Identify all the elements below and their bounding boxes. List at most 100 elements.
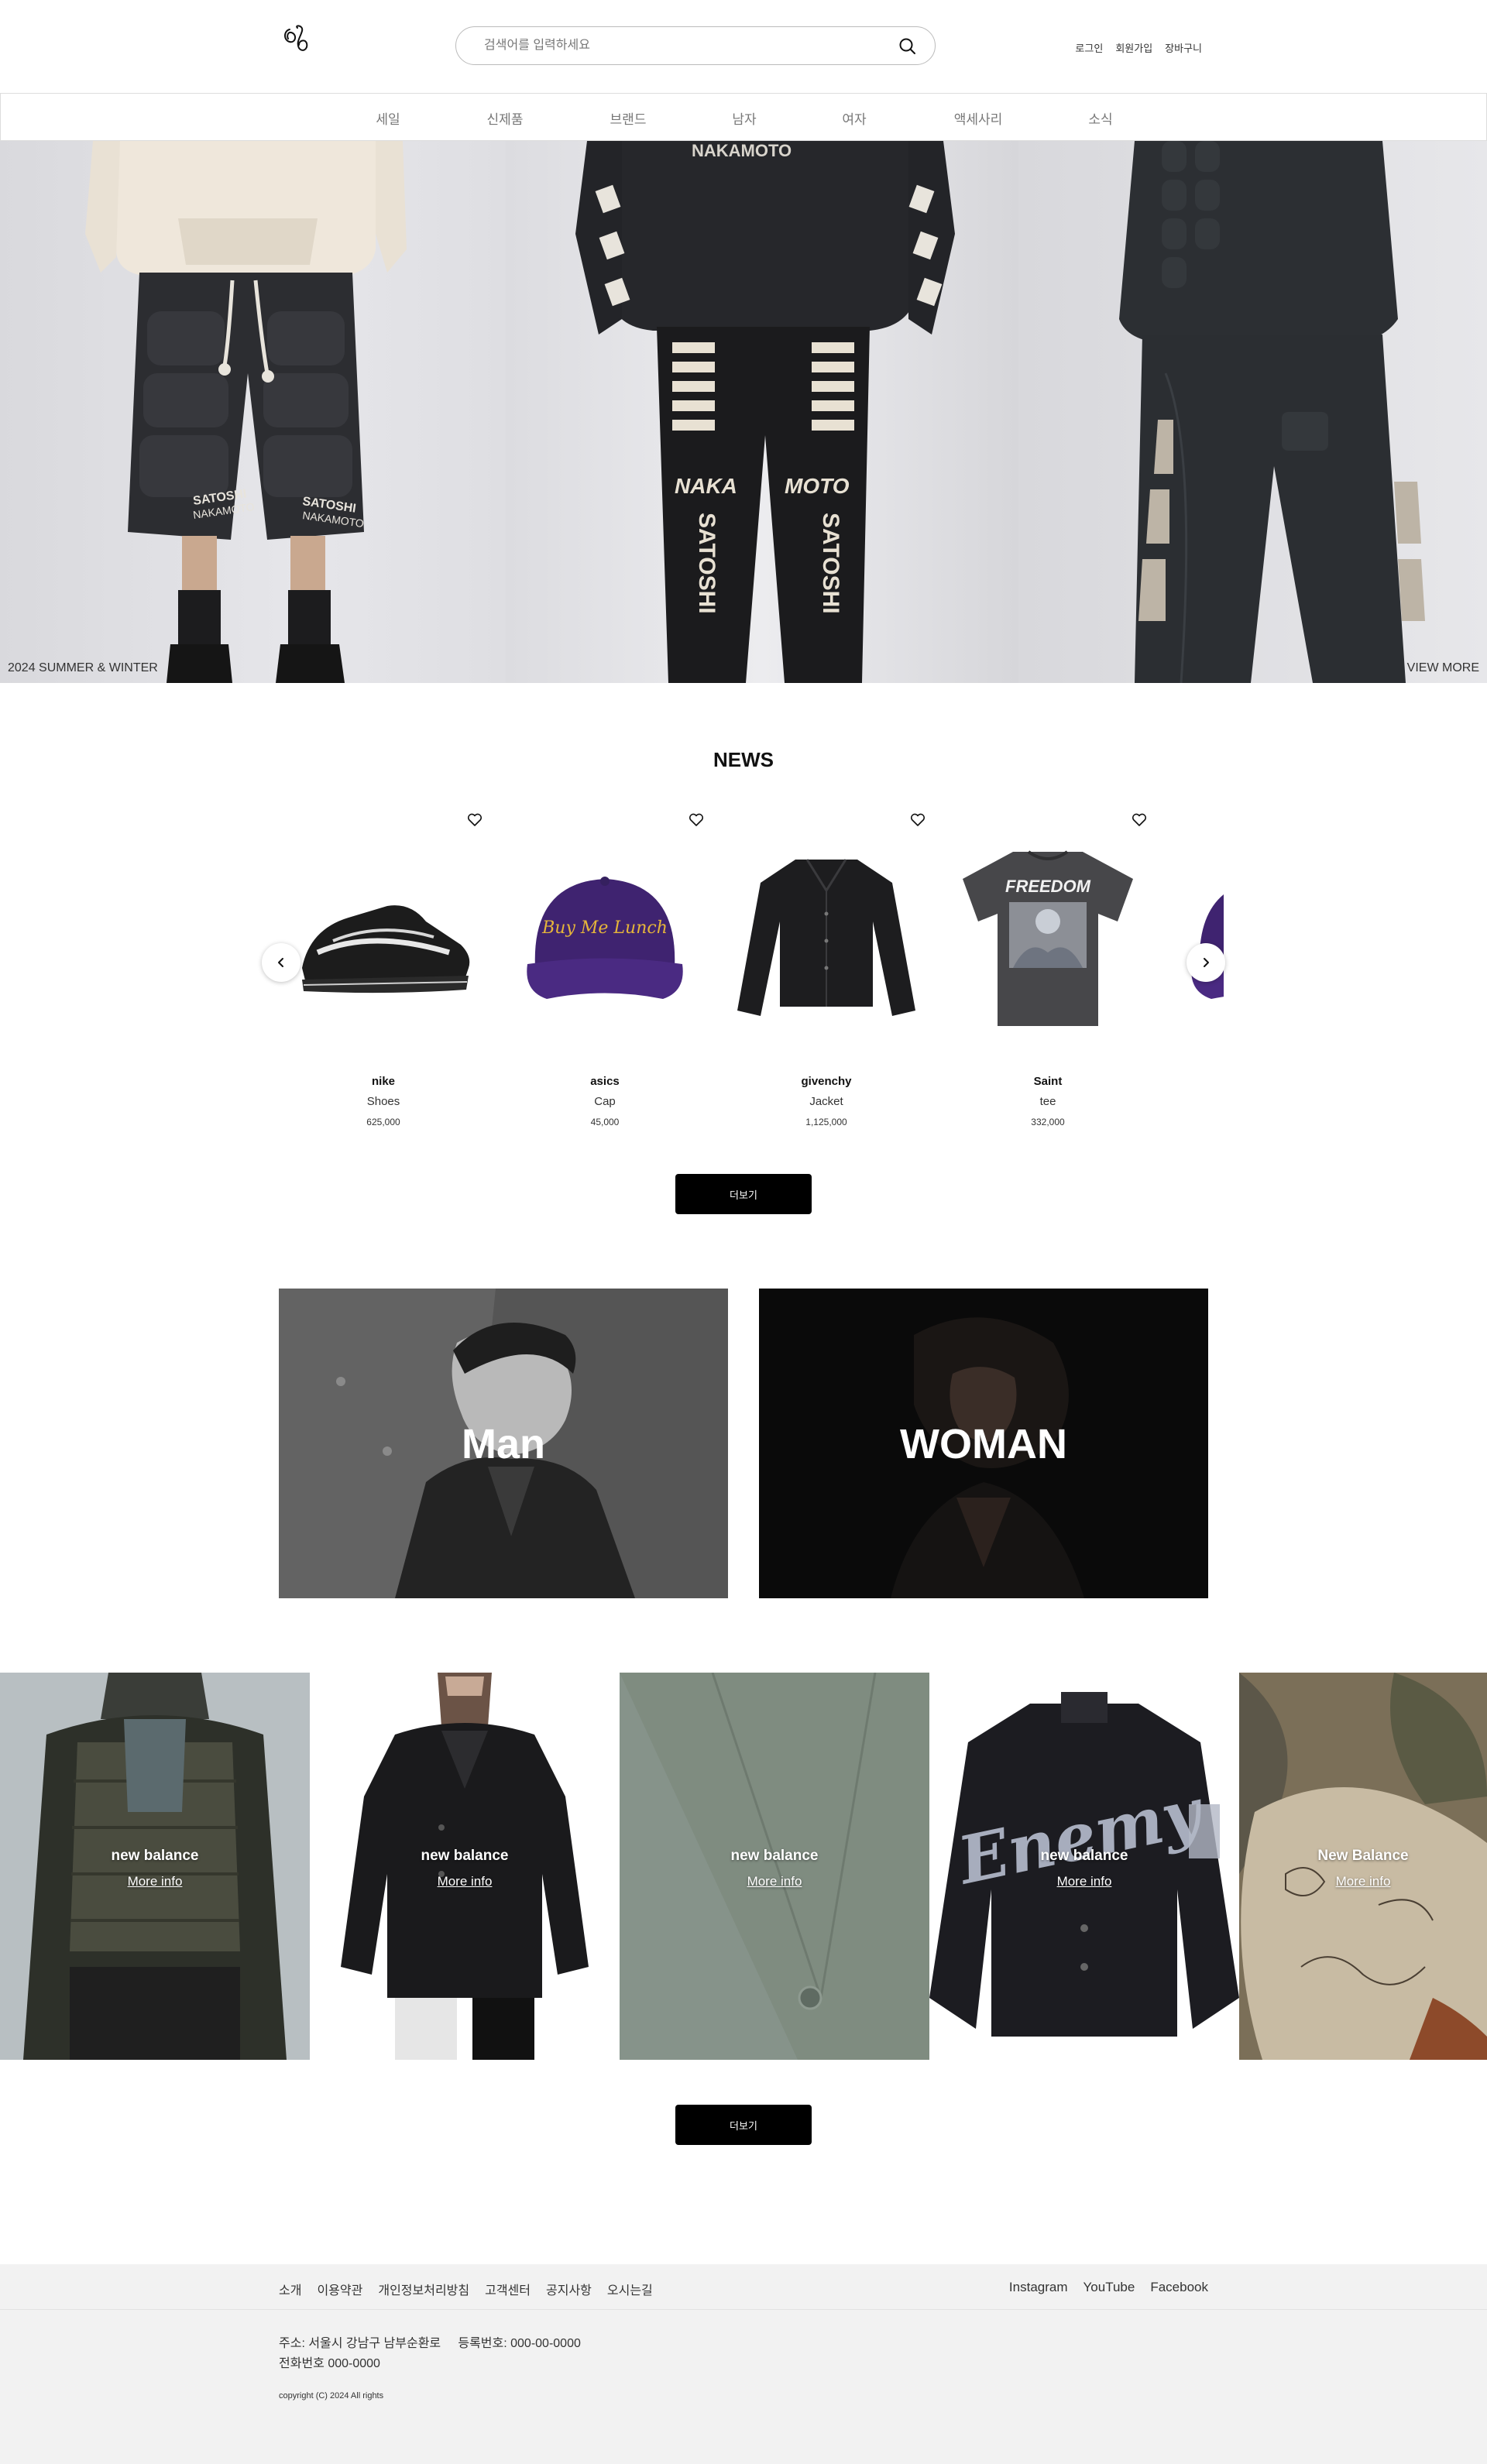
tile-title: new balance: [421, 1848, 509, 1864]
chevron-left-icon: [278, 958, 283, 967]
footer-link-directions[interactable]: 오시는길: [607, 2280, 653, 2298]
product-price: 625,000: [366, 1117, 400, 1127]
hero-image-leather-pants: NAKAMOTO NAKA MOTO SATOSHI SATOSHI: [506, 141, 1018, 683]
nav-item-brand[interactable]: 브랜드: [610, 108, 647, 128]
hero-view-more-link[interactable]: VIEW MORE: [1407, 661, 1479, 675]
promo-tile[interactable]: new balance More info: [310, 1673, 620, 2060]
product-image-jacket: [737, 859, 915, 1016]
product-card[interactable]: givenchy Jacket 1,125,000: [722, 805, 931, 1138]
site-header: 로그인 회원가입 장바구니: [0, 0, 1487, 93]
footer-phone: 전화번호 000-0000: [279, 2357, 380, 2370]
facebook-link[interactable]: Facebook: [1150, 2280, 1208, 2295]
product-type: Cap: [594, 1095, 616, 1108]
search-icon: [899, 38, 915, 54]
product-type: Jacket: [809, 1095, 843, 1108]
footer-link-support[interactable]: 고객센터: [485, 2280, 531, 2298]
product-card[interactable]: FREEDOM Saint tee 332,000: [943, 805, 1152, 1138]
search-input[interactable]: [484, 27, 887, 64]
news-more-button[interactable]: 더보기: [675, 1174, 812, 1214]
footer-social-links: Instagram YouTube Facebook: [1009, 2280, 1208, 2295]
tile-image-puffer-vest: [0, 1673, 310, 2060]
promo-tile[interactable]: new balance More info: [0, 1673, 310, 2060]
nav-item-sale[interactable]: 세일: [376, 108, 400, 128]
tile-image-enemy-bomber: Enemy: [929, 1673, 1239, 2060]
svg-text:NAKAMOTO: NAKAMOTO: [692, 141, 792, 160]
heart-icon: [689, 813, 704, 826]
search-bar: [455, 26, 936, 65]
carousel-next-button[interactable]: [1187, 943, 1225, 982]
footer-copyright: copyright (C) 2024 All rights: [279, 2391, 384, 2401]
product-brand: Saint: [1033, 1075, 1063, 1088]
cart-link[interactable]: 장바구니: [1165, 40, 1202, 55]
product-image-tee: FREEDOM: [963, 850, 1133, 1026]
news-carousel: nike Shoes 625,000 Buy Me Lunch asics Ca…: [263, 805, 1224, 1138]
product-image-sneaker: [302, 905, 470, 993]
heart-icon: [1132, 813, 1147, 826]
nav-item-accessories[interactable]: 액세사리: [954, 108, 1003, 128]
wishlist-button[interactable]: [466, 812, 483, 829]
nav-item-women[interactable]: 여자: [842, 108, 866, 128]
tile-more-info-link[interactable]: More info: [310, 1874, 620, 1889]
category-woman-label: WOMAN: [900, 1421, 1067, 1467]
footer-link-privacy[interactable]: 개인정보처리방침: [378, 2280, 469, 2298]
svg-text:NAKA: NAKA: [675, 474, 737, 498]
svg-text:SATOSHI: SATOSHI: [818, 513, 843, 614]
nav-item-news[interactable]: 소식: [1088, 108, 1112, 128]
promo-tile[interactable]: New Balance More info: [1239, 1673, 1487, 2060]
wishlist-button[interactable]: [909, 812, 926, 829]
tile-more-info-link[interactable]: More info: [929, 1874, 1239, 1889]
product-card[interactable]: Buy Me Lunch asics Cap 45,000: [500, 805, 709, 1138]
product-price: 332,000: [1031, 1117, 1065, 1127]
wishlist-button[interactable]: [688, 812, 705, 829]
product-type: Shoes: [366, 1095, 400, 1108]
utility-links: 로그인 회원가입 장바구니: [1075, 40, 1202, 55]
tiles-more-button[interactable]: 더보기: [675, 2105, 812, 2145]
signup-link[interactable]: 회원가입: [1115, 40, 1152, 55]
youtube-link[interactable]: YouTube: [1083, 2280, 1135, 2295]
hero-image-sweatpants: [1018, 141, 1487, 683]
svg-text:SATOSHI: SATOSHI: [694, 513, 719, 614]
nav-item-men[interactable]: 남자: [732, 108, 756, 128]
promo-tile[interactable]: Enemy new balance More info: [929, 1673, 1239, 2060]
tile-more-info-link[interactable]: More info: [0, 1874, 310, 1889]
product-type: tee: [1039, 1095, 1056, 1108]
category-woman-banner[interactable]: WOMAN: [759, 1289, 1208, 1598]
promo-tile[interactable]: new balance More info: [620, 1673, 929, 2060]
hero-banner: SATOSHI NAKAMOTO SATOSHI NAKAMOTO NAKAMO: [0, 141, 1487, 683]
news-section-title: NEWS: [713, 748, 774, 771]
tile-more-info-link[interactable]: More info: [1239, 1874, 1487, 1889]
product-image-cap: Buy Me Lunch: [527, 877, 683, 999]
brand-logo-icon[interactable]: [280, 23, 311, 57]
svg-text:FREEDOM: FREEDOM: [1005, 877, 1091, 896]
footer-divider: [0, 2309, 1487, 2310]
chevron-right-icon: [1204, 958, 1209, 967]
footer-link-about[interactable]: 소개: [279, 2280, 301, 2298]
svg-text:MOTO: MOTO: [785, 474, 850, 498]
nav-item-new[interactable]: 신제품: [487, 108, 524, 128]
instagram-link[interactable]: Instagram: [1009, 2280, 1068, 2295]
tile-image-cardigan: [620, 1673, 929, 2060]
heart-icon: [467, 813, 483, 826]
product-card[interactable]: nike Shoes 625,000: [279, 805, 488, 1138]
wishlist-button[interactable]: [1131, 812, 1148, 829]
product-brand: givenchy: [801, 1075, 852, 1088]
tile-title: new balance: [111, 1848, 199, 1864]
tile-image-black-coat: [310, 1673, 620, 2060]
hero-caption: 2024 SUMMER & WINTER: [8, 661, 158, 674]
tile-title: new balance: [1040, 1848, 1128, 1864]
category-man-banner[interactable]: Man: [279, 1289, 728, 1598]
product-brand: asics: [590, 1075, 620, 1088]
product-brand: nike: [371, 1075, 395, 1088]
footer-link-terms[interactable]: 이용약관: [317, 2280, 362, 2298]
tile-title: new balance: [730, 1848, 819, 1864]
heart-icon: [910, 813, 926, 826]
tile-title: New Balance: [1317, 1848, 1409, 1864]
tile-more-info-link[interactable]: More info: [620, 1874, 929, 1889]
main-nav: 세일 신제품 브랜드 남자 여자 액세사리 소식: [0, 93, 1487, 141]
login-link[interactable]: 로그인: [1075, 40, 1103, 55]
footer-links: 소개 이용약관 개인정보처리방침 고객센터 공지사항 오시는길: [279, 2280, 653, 2298]
svg-text:Buy Me Lunch: Buy Me Lunch: [541, 918, 668, 938]
search-button[interactable]: [898, 36, 918, 57]
footer-link-notice[interactable]: 공지사항: [546, 2280, 592, 2298]
carousel-prev-button[interactable]: [262, 943, 300, 982]
